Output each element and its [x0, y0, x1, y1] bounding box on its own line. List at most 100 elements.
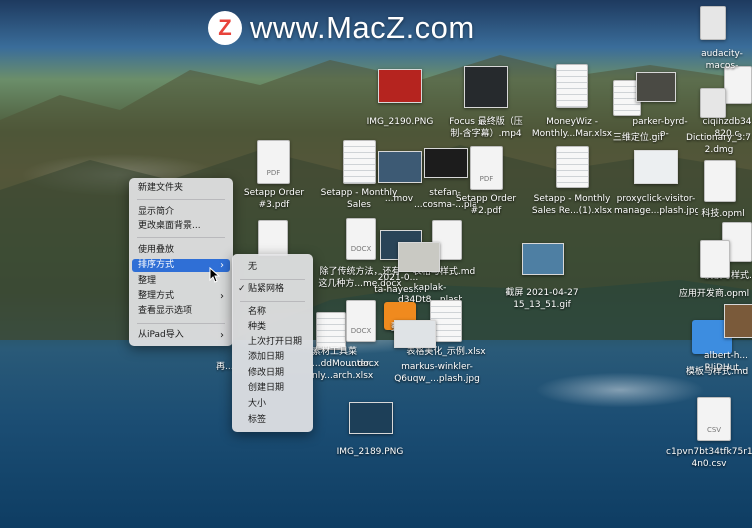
desktop-icon-label[interactable]: 应用开发商.opml: [676, 288, 752, 300]
desktop-icon-label[interactable]: audacity- macos-3.0.0...: [692, 48, 752, 72]
image-thumbnail-icon[interactable]: [349, 402, 393, 434]
video-thumbnail-icon[interactable]: [378, 151, 422, 183]
document-icon[interactable]: [700, 240, 730, 278]
menu-separator: [137, 199, 225, 200]
submenu-item-label: 大小: [248, 399, 267, 409]
image-thumbnail-icon[interactable]: [424, 148, 468, 178]
menu-item-get-info[interactable]: 显示简介: [132, 206, 230, 219]
menu-separator: [137, 323, 225, 324]
pdf-tag: PDF: [266, 169, 281, 177]
menu-separator: [240, 279, 305, 280]
image-thumbnail-icon[interactable]: [398, 242, 440, 272]
watermark-text: www.MacZ.com: [250, 10, 475, 45]
desktop-icon-label[interactable]: markus-winkler- Q6uqw_...plash.jpg: [392, 361, 482, 385]
desktop-icon-label[interactable]: 科技.opml: [698, 208, 748, 220]
desktop-icon-label[interactable]: 截屏 2021-04-27 15_13_51.gif: [500, 287, 584, 311]
desktop-icon-label[interactable]: IMG_2190.PNG: [362, 116, 438, 128]
image-thumbnail-icon[interactable]: [378, 69, 422, 103]
desktop[interactable]: Z www.MacZ.com IMG_2190.PNG Focus 最终版（压 …: [0, 0, 752, 528]
docx-tag: DOCX: [350, 327, 372, 335]
desktop-icon-label[interactable]: MoneyWiz - Monthly...Mar.xlsx: [530, 116, 614, 140]
sort-option-date-last-opened[interactable]: 上次打开日期: [235, 336, 310, 349]
desktop-icon-label[interactable]: c1pvn7bt34tfk75r1 4n0.csv: [666, 446, 752, 470]
sort-option-none[interactable]: 无: [235, 261, 310, 274]
checkmark-icon: ✓: [238, 284, 246, 294]
document-icon[interactable]: [258, 220, 288, 256]
docx-tag: DOCX: [350, 245, 372, 253]
gif-thumbnail-icon[interactable]: [522, 243, 564, 275]
menu-item-label: 新建文件夹: [138, 183, 184, 193]
menu-item-show-view-options[interactable]: 查看显示选项: [132, 305, 230, 318]
desktop-icon-label[interactable]: Focus 最终版（压 制-含字幕）.mp4: [444, 116, 528, 140]
spreadsheet-icon[interactable]: [343, 140, 376, 184]
macz-logo-icon: Z: [208, 11, 242, 45]
sort-option-date-created[interactable]: 创建日期: [235, 382, 310, 395]
spreadsheet-icon[interactable]: [316, 312, 346, 350]
logo-letter: Z: [218, 15, 232, 40]
image-thumbnail-icon[interactable]: [634, 150, 678, 184]
menu-item-use-stacks[interactable]: 使用叠放: [132, 244, 230, 257]
spreadsheet-icon[interactable]: [556, 64, 588, 108]
pdf-tag: PDF: [479, 175, 494, 183]
menu-item-label: 整理: [138, 276, 157, 286]
sort-option-date-added[interactable]: 添加日期: [235, 351, 310, 364]
word-document-icon[interactable]: DOCX: [346, 218, 376, 260]
submenu-item-label: 无: [248, 262, 258, 272]
desktop-icon-label[interactable]: 三维定位.gif: [610, 132, 666, 144]
image-thumbnail-icon[interactable]: [394, 320, 436, 348]
pdf-icon[interactable]: PDF: [257, 140, 290, 184]
chevron-right-icon: ›: [220, 291, 224, 302]
video-thumbnail-icon[interactable]: [464, 66, 508, 108]
submenu-item-label: 种类: [248, 322, 267, 332]
sort-option-name[interactable]: 名称: [235, 306, 310, 319]
submenu-item-label: 名称: [248, 307, 267, 317]
document-icon[interactable]: [704, 160, 736, 202]
desktop-icon-label[interactable]: Setapp - Monthly Sales Re...(1).xlsx: [530, 193, 614, 217]
image-thumbnail-icon[interactable]: [636, 72, 676, 102]
pdf-icon[interactable]: PDF: [470, 146, 503, 190]
image-thumbnail-icon[interactable]: [724, 304, 752, 338]
menu-item-clean-up-by[interactable]: 整理方式 ›: [132, 290, 230, 303]
desktop-icon-label[interactable]: 再...: [216, 361, 232, 373]
submenu-item-label: 贴紧网格: [248, 284, 285, 294]
csv-tag: CSV: [706, 426, 722, 434]
desktop-icon-label[interactable]: proxyclick-visitor- manage...plash.jpg: [614, 193, 698, 217]
desktop-icon-label[interactable]: Setapp Order #2.pdf: [446, 193, 526, 217]
disk-image-icon[interactable]: [700, 6, 726, 40]
desktop-icon-label[interactable]: Dictionary_3.7.85...7 2.dmg: [686, 132, 752, 156]
menu-item-label: 显示简介: [138, 207, 175, 217]
menu-item-label: 排序方式: [138, 260, 175, 270]
submenu-item-label: 修改日期: [248, 368, 285, 378]
menu-item-label: 从iPad导入: [138, 330, 184, 340]
desktop-icon-label[interactable]: IMG_2189.PNG: [332, 446, 408, 458]
menu-separator: [137, 237, 225, 238]
sort-option-snap-to-grid[interactable]: ✓ 贴紧网格: [235, 283, 310, 296]
watermark: Z www.MacZ.com: [208, 10, 475, 46]
desktop-context-menu: 新建文件夹 显示简介 更改桌面背景... 使用叠放 排序方式 › 整理 整理方式 ›…: [129, 178, 233, 346]
sort-option-date-modified[interactable]: 修改日期: [235, 367, 310, 380]
sort-by-submenu: 无 ✓ 贴紧网格 名称 种类 上次打开日期 添加日期 修改日期 创建日期 大小 标…: [232, 254, 313, 432]
disk-image-icon[interactable]: [700, 88, 726, 118]
word-document-icon[interactable]: DOCX: [346, 300, 376, 342]
menu-item-label: 更改桌面背景...: [138, 221, 201, 231]
menu-item-import-from-ipad[interactable]: 从iPad导入 ›: [132, 329, 230, 342]
desktop-icon-label[interactable]: 模板与样式.md: [682, 366, 752, 378]
menu-item-new-folder[interactable]: 新建文件夹: [132, 182, 230, 195]
desktop-icon-label[interactable]: Setapp Order #3.pdf: [236, 187, 312, 211]
menu-item-label: 使用叠放: [138, 245, 175, 255]
submenu-item-label: 上次打开日期: [248, 337, 303, 347]
menu-separator: [240, 301, 305, 302]
submenu-item-label: 创建日期: [248, 383, 285, 393]
menu-item-label: 查看显示选项: [138, 306, 193, 316]
chevron-right-icon: ›: [220, 330, 224, 341]
sort-option-size[interactable]: 大小: [235, 398, 310, 411]
desktop-icon-label[interactable]: ...docx: [348, 358, 380, 370]
submenu-item-label: 标签: [248, 415, 267, 425]
sort-option-kind[interactable]: 种类: [235, 321, 310, 334]
menu-item-change-wallpaper[interactable]: 更改桌面背景...: [132, 220, 230, 233]
mouse-pointer-icon: [209, 267, 221, 283]
spreadsheet-icon[interactable]: [556, 146, 589, 188]
csv-icon[interactable]: CSV: [697, 397, 731, 441]
submenu-item-label: 添加日期: [248, 352, 285, 362]
sort-option-tags[interactable]: 标签: [235, 414, 310, 427]
